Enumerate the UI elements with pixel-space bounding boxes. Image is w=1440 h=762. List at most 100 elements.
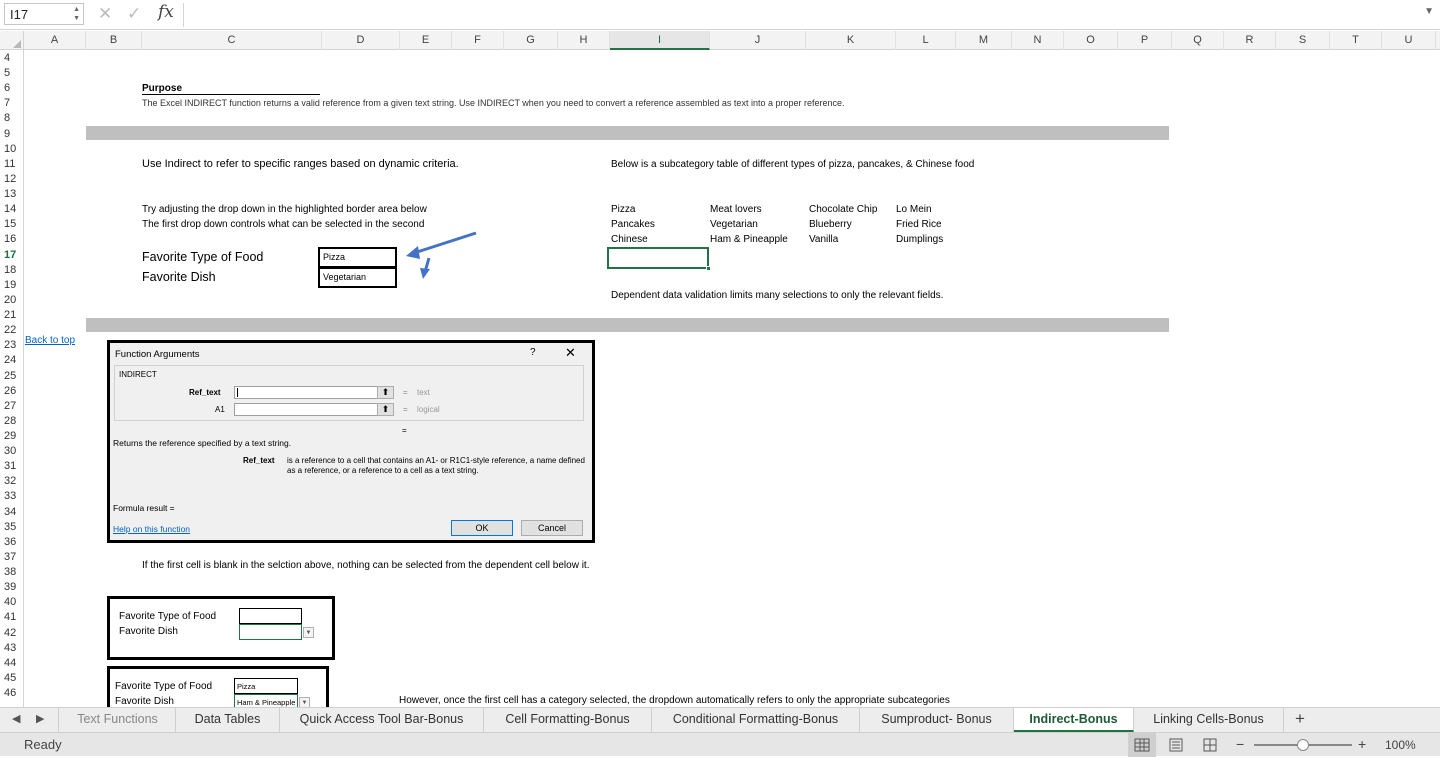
column-header-b[interactable]: B [86,31,142,50]
row-header-46[interactable]: 46 [0,686,22,701]
column-header-s[interactable]: S [1276,31,1330,50]
row-header-14[interactable]: 14 [0,202,22,217]
box2-dish-cell[interactable] [239,624,302,640]
cancel-button[interactable]: Cancel [521,520,583,536]
row-header-28[interactable]: 28 [0,414,22,429]
column-header-n[interactable]: N [1012,31,1064,50]
select-all-corner[interactable] [0,31,24,50]
scroll-tabs-left-icon[interactable]: ◀ [12,712,20,725]
row-header-5[interactable]: 5 [0,66,22,81]
row-header-30[interactable]: 30 [0,444,22,459]
add-sheet-button[interactable]: + [1295,709,1305,729]
row-header-38[interactable]: 38 [0,565,22,580]
row-header-11[interactable]: 11 [0,157,22,172]
zoom-in-button[interactable]: + [1358,736,1366,752]
column-header-j[interactable]: J [710,31,806,50]
row-header-29[interactable]: 29 [0,429,22,444]
row-header-39[interactable]: 39 [0,580,22,595]
column-header-e[interactable]: E [400,31,452,50]
column-header-o[interactable]: O [1064,31,1118,50]
row-header-31[interactable]: 31 [0,459,22,474]
formula-input[interactable] [190,4,1410,26]
ref-text-input[interactable] [234,386,394,399]
row-header-4[interactable]: 4 [0,51,22,66]
name-box-spinner-icon[interactable]: ▲ ▼ [73,5,80,23]
row-header-8[interactable]: 8 [0,111,22,126]
collapse-a1-icon[interactable]: ⬆ [377,403,394,416]
row-header-20[interactable]: 20 [0,293,22,308]
column-header-f[interactable]: F [452,31,504,50]
column-header-c[interactable]: C [142,31,322,50]
row-header-33[interactable]: 33 [0,489,22,504]
tab-conditional-formatting[interactable]: Conditional Formatting-Bonus [652,708,860,732]
scroll-tabs-right-icon[interactable]: ▶ [36,712,44,725]
row-header-26[interactable]: 26 [0,384,22,399]
row-header-45[interactable]: 45 [0,671,22,686]
row-header-13[interactable]: 13 [0,187,22,202]
expand-formula-bar-icon[interactable]: ▼ [1424,6,1434,17]
dropdown-arrow-icon[interactable]: ▼ [303,627,314,638]
tab-quick-access[interactable]: Quick Access Tool Bar-Bonus [280,708,484,732]
dropdown-arrow-icon[interactable]: ▼ [299,697,310,707]
tab-sumproduct[interactable]: Sumproduct- Bonus [860,708,1014,732]
tab-text-functions[interactable]: Text Functions [60,708,176,732]
column-header-m[interactable]: M [956,31,1012,50]
row-header-37[interactable]: 37 [0,550,22,565]
column-header-h[interactable]: H [558,31,610,50]
row-header-25[interactable]: 25 [0,369,22,384]
cancel-formula-icon[interactable]: ✕ [98,4,112,24]
name-box[interactable]: I17 ▲ ▼ [4,3,84,25]
row-header-10[interactable]: 10 [0,142,22,157]
column-header-a[interactable]: A [24,31,86,50]
row-header-7[interactable]: 7 [0,96,22,111]
row-header-35[interactable]: 35 [0,520,22,535]
box3-dish-cell[interactable]: Ham & Pineapple [234,694,298,707]
box3-type-cell[interactable]: Pizza [234,678,298,694]
column-header-u[interactable]: U [1382,31,1436,50]
ok-button[interactable]: OK [451,520,513,536]
help-link[interactable]: Help on this function [113,524,190,534]
column-header-g[interactable]: G [504,31,558,50]
row-header-22[interactable]: 22 [0,323,22,338]
row-header-41[interactable]: 41 [0,610,22,625]
box2-type-cell[interactable] [239,608,302,624]
column-header-d[interactable]: D [322,31,400,50]
row-header-34[interactable]: 34 [0,505,22,520]
collapse-ref-text-icon[interactable]: ⬆ [377,386,394,399]
tab-indirect[interactable]: Indirect-Bonus [1014,708,1134,732]
insert-function-icon[interactable]: fx [158,2,174,22]
column-header-l[interactable]: L [896,31,956,50]
zoom-slider-thumb[interactable] [1297,739,1309,751]
zoom-out-button[interactable]: − [1236,736,1244,752]
help-icon[interactable]: ? [530,347,536,358]
row-header-24[interactable]: 24 [0,353,22,368]
tab-cell-formatting[interactable]: Cell Formatting-Bonus [484,708,652,732]
fav-dish-dropdown[interactable]: Vegetarian [318,267,397,288]
row-header-36[interactable]: 36 [0,535,22,550]
row-header-6[interactable]: 6 [0,81,22,96]
row-header-32[interactable]: 32 [0,474,22,489]
row-header-23[interactable]: 23 [0,338,22,353]
a1-input[interactable] [234,403,394,416]
row-header-18[interactable]: 18 [0,263,22,278]
column-header-q[interactable]: Q [1172,31,1224,50]
column-header-i[interactable]: I [610,31,710,50]
back-to-top-link[interactable]: Back to top [25,335,75,346]
row-header-42[interactable]: 42 [0,626,22,641]
row-header-19[interactable]: 19 [0,278,22,293]
column-header-t[interactable]: T [1330,31,1382,50]
row-header-21[interactable]: 21 [0,308,22,323]
page-layout-view-icon[interactable] [1164,733,1188,757]
row-header-27[interactable]: 27 [0,399,22,414]
row-header-15[interactable]: 15 [0,217,22,232]
column-header-p[interactable]: P [1118,31,1172,50]
tab-data-tables[interactable]: Data Tables [176,708,280,732]
row-header-16[interactable]: 16 [0,232,22,247]
row-header-40[interactable]: 40 [0,595,22,610]
row-header-17[interactable]: 17 [0,248,22,263]
column-header-r[interactable]: R [1224,31,1276,50]
close-icon[interactable]: ✕ [565,345,576,361]
row-header-12[interactable]: 12 [0,172,22,187]
fill-handle[interactable] [706,266,711,271]
selected-cell[interactable] [607,247,711,271]
